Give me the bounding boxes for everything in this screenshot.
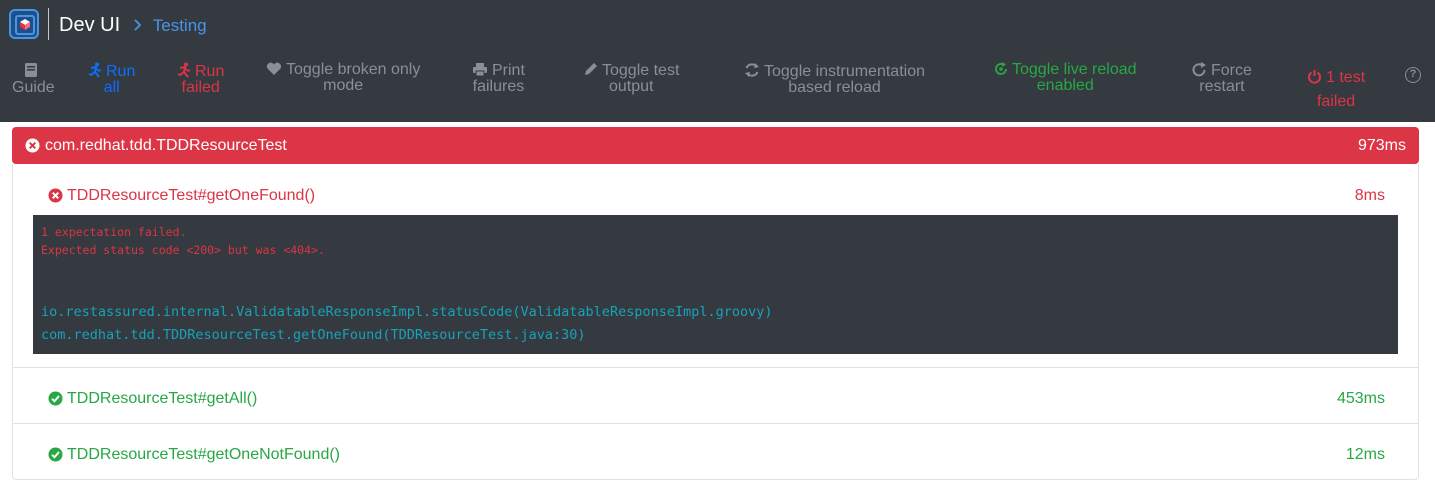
breadcrumb-label: Testing <box>152 16 207 35</box>
toggle-instrumentation-label-1: Toggle instrumentation <box>764 63 925 80</box>
print-failures-button[interactable]: Print failures <box>472 62 525 95</box>
test-row-getOneNotFound[interactable]: TDDResourceTest#getOneNotFound() 12ms <box>13 424 1418 479</box>
check-circle-icon <box>48 391 63 411</box>
run-failed-label-2: failed <box>181 79 220 96</box>
live-reload-label-2: enabled <box>1036 77 1094 94</box>
toggle-live-reload-button[interactable]: Toggle live reload enabled <box>994 62 1137 94</box>
sync-icon <box>744 63 764 80</box>
navbar: Dev UI Testing Guide Run all Run failed … <box>0 0 1435 122</box>
quarkus-logo-icon[interactable] <box>9 9 39 39</box>
run-failed-button[interactable]: Run failed <box>177 62 224 96</box>
run-all-label-1: Run <box>106 63 136 80</box>
stack-trace-line[interactable]: io.restassured.internal.ValidatableRespo… <box>41 303 773 321</box>
toggle-broken-only-button[interactable]: Toggle broken only mode <box>266 62 420 94</box>
test-row-getAll[interactable]: TDDResourceTest#getAll() 453ms <box>13 368 1418 423</box>
test-row-getOneFound[interactable]: TDDResourceTest#getOneFound() 8ms 1 expe… <box>13 164 1418 367</box>
pen-icon <box>583 62 602 79</box>
question-circle-icon[interactable]: ? <box>1405 67 1421 83</box>
test-status-label-2: failed <box>1316 93 1356 110</box>
running-icon <box>177 62 195 80</box>
live-reload-icon <box>994 61 1012 78</box>
chevron-right-icon <box>134 16 147 35</box>
test-status-label-1: 1 test <box>1326 69 1366 86</box>
force-restart-label-2: restart <box>1199 78 1245 95</box>
redo-icon <box>1192 62 1211 79</box>
check-circle-icon <box>48 447 63 467</box>
test-suite-header[interactable]: com.redhat.tdd.TDDResourceTest 973ms <box>12 127 1419 164</box>
test-duration: 453ms <box>1336 390 1385 407</box>
toggle-broken-label-1: Toggle broken only <box>286 61 421 78</box>
app-title[interactable]: Dev UI <box>59 13 120 37</box>
book-icon <box>24 63 42 80</box>
suite-duration: 973ms <box>1357 137 1406 154</box>
force-restart-button[interactable]: Force restart <box>1192 62 1252 95</box>
test-name: TDDResourceTest#getOneNotFound() <box>67 446 341 463</box>
toggle-test-output-button[interactable]: Toggle test output <box>583 62 679 95</box>
print-failures-label-2: failures <box>472 78 525 95</box>
toggle-instrumentation-button[interactable]: Toggle instrumentation based reload <box>744 62 925 96</box>
run-failed-label-1: Run <box>195 63 225 80</box>
toggle-broken-label-2: mode <box>323 77 364 94</box>
test-name: TDDResourceTest#getOneFound() <box>67 187 316 204</box>
guide-label: Guide <box>12 79 55 96</box>
stack-trace-line[interactable]: com.redhat.tdd.TDDResourceTest.getOneFou… <box>41 326 586 344</box>
error-message-line: 1 expectation failed. <box>41 225 187 239</box>
brand-separator <box>48 8 49 40</box>
heart-icon <box>266 61 286 78</box>
toggle-instrumentation-label-2: based reload <box>788 79 881 96</box>
power-icon <box>1307 69 1326 86</box>
x-circle-icon <box>48 188 63 208</box>
x-circle-icon <box>25 138 40 158</box>
test-duration: 12ms <box>1345 446 1385 463</box>
toggle-output-label-2: output <box>608 78 654 95</box>
print-failures-label-1: Print <box>492 62 525 79</box>
breadcrumb[interactable]: Testing <box>134 16 207 36</box>
toggle-output-label-1: Toggle test <box>602 62 680 79</box>
failure-output: 1 expectation failed. Expected status co… <box>33 215 1398 354</box>
live-reload-label-1: Toggle live reload <box>1012 61 1137 78</box>
run-all-button[interactable]: Run all <box>88 62 135 96</box>
suite-name: com.redhat.tdd.TDDResourceTest <box>45 137 287 154</box>
test-suite-body: TDDResourceTest#getOneFound() 8ms 1 expe… <box>12 164 1419 480</box>
guide-button[interactable]: Guide <box>12 62 55 96</box>
test-name: TDDResourceTest#getAll() <box>67 390 258 407</box>
running-icon <box>88 62 106 80</box>
error-message-line: Expected status code <200> but was <404>… <box>41 243 325 257</box>
force-restart-label-1: Force <box>1211 62 1252 79</box>
test-status-indicator[interactable]: 1 test failed <box>1307 66 1365 114</box>
test-duration: 8ms <box>1354 187 1385 204</box>
run-all-label-2: all <box>103 79 120 96</box>
print-icon <box>472 62 492 79</box>
